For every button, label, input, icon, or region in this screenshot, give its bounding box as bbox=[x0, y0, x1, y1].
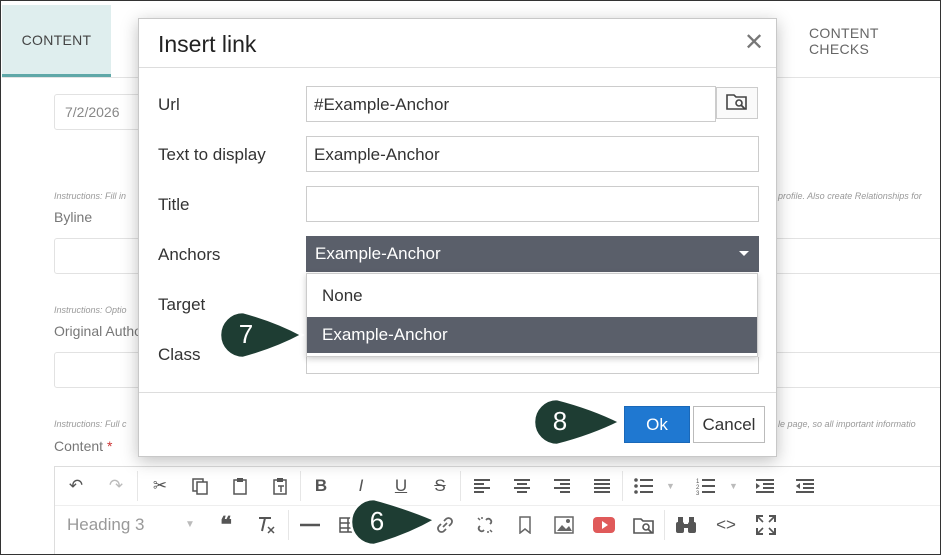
byline-instructions: Instructions: Fill in bbox=[54, 191, 127, 201]
title-label: Title bbox=[158, 195, 190, 214]
horizontal-rule-icon[interactable] bbox=[297, 512, 323, 538]
anchor-option-none[interactable]: None bbox=[307, 278, 757, 314]
title-field[interactable] bbox=[306, 186, 759, 222]
target-label: Target bbox=[158, 295, 206, 314]
bold-icon[interactable]: B bbox=[308, 473, 334, 499]
class-label: Class bbox=[158, 345, 201, 364]
step-callout-6: 6 bbox=[349, 497, 438, 546]
original-author-label: Original Autho bbox=[54, 323, 142, 339]
text-to-display-field[interactable]: Example-Anchor bbox=[306, 136, 759, 172]
content-label: Content * bbox=[54, 438, 112, 454]
align-justify-icon[interactable] bbox=[589, 473, 615, 499]
fullscreen-icon[interactable] bbox=[753, 512, 779, 538]
step-number: 8 bbox=[552, 405, 568, 436]
anchors-selected-value: Example-Anchor bbox=[315, 244, 441, 263]
align-left-icon[interactable] bbox=[469, 473, 495, 499]
byline-instructions-tail: profile. Also create Relationships for bbox=[778, 191, 922, 201]
cms-editor-page: CONTENT CONTENT CHECKS 7/2/2026 Instruct… bbox=[0, 0, 941, 555]
step-callout-7: 7 bbox=[218, 310, 305, 359]
numbered-list-icon[interactable]: 123 bbox=[693, 473, 719, 499]
numbered-list-caret-icon[interactable]: ▼ bbox=[729, 481, 738, 491]
anchor-option-example-anchor[interactable]: Example-Anchor bbox=[307, 317, 757, 353]
url-label: Url bbox=[158, 95, 180, 114]
toolbar-row-2: Heading 3 ▼ ❝ <> bbox=[55, 505, 940, 543]
toolbar-separator bbox=[288, 510, 289, 540]
text-to-display-label: Text to display bbox=[158, 145, 266, 164]
undo-icon[interactable]: ↶ bbox=[63, 473, 89, 499]
indent-icon[interactable] bbox=[752, 473, 778, 499]
paste-text-icon[interactable] bbox=[267, 473, 293, 499]
byline-label: Byline bbox=[54, 209, 93, 225]
step-number: 6 bbox=[369, 505, 385, 536]
bookmark-icon[interactable] bbox=[512, 512, 538, 538]
outdent-icon[interactable] bbox=[792, 473, 818, 499]
redo-icon[interactable]: ↷ bbox=[103, 473, 129, 499]
youtube-video-icon[interactable] bbox=[591, 512, 617, 538]
bullet-list-caret-icon[interactable]: ▼ bbox=[666, 481, 675, 491]
toolbar-separator bbox=[460, 471, 461, 501]
step-number: 7 bbox=[238, 318, 254, 349]
cut-icon[interactable]: ✂ bbox=[147, 473, 173, 499]
chevron-down-icon bbox=[739, 251, 749, 256]
class-field[interactable] bbox=[306, 357, 759, 374]
clear-formatting-icon[interactable] bbox=[253, 512, 279, 538]
browse-link-button[interactable] bbox=[716, 87, 758, 119]
toolbar-separator bbox=[300, 471, 301, 501]
bullet-list-icon[interactable] bbox=[631, 473, 657, 499]
content-label-text: Content bbox=[54, 438, 104, 454]
close-icon[interactable]: ✕ bbox=[742, 31, 766, 55]
image-icon[interactable] bbox=[551, 512, 577, 538]
tab-content[interactable]: CONTENT bbox=[2, 5, 111, 77]
content-instructions-tail: le page, so all important informatio bbox=[778, 419, 916, 429]
toolbar-separator bbox=[664, 510, 665, 540]
anchors-select[interactable]: Example-Anchor bbox=[306, 236, 759, 272]
toolbar-separator bbox=[622, 471, 623, 501]
rich-text-editor: ↶ ↷ ✂ B I U S ▼ 1 2 3 ▼ Heading 3 ▼ ❝ <> bbox=[54, 466, 940, 554]
anchors-dropdown-list: None Example-Anchor bbox=[306, 273, 758, 357]
dialog-header-divider bbox=[139, 67, 776, 68]
original-author-instructions: Instructions: Optio bbox=[54, 305, 127, 315]
copy-icon[interactable] bbox=[187, 473, 213, 499]
step-callout-8: 8 bbox=[532, 397, 623, 446]
toolbar-separator bbox=[137, 471, 138, 501]
align-right-icon[interactable] bbox=[549, 473, 575, 499]
svg-text:3: 3 bbox=[696, 491, 700, 495]
blockquote-icon[interactable]: ❝ bbox=[213, 512, 239, 538]
folder-search-icon bbox=[726, 92, 748, 115]
align-center-icon[interactable] bbox=[509, 473, 535, 499]
insert-link-dialog: Insert link ✕ Url #Example-Anchor Text t… bbox=[138, 18, 777, 457]
required-asterisk: * bbox=[106, 438, 113, 454]
unlink-icon[interactable] bbox=[472, 512, 498, 538]
dialog-footer-divider bbox=[139, 392, 776, 393]
find-replace-binoculars-icon[interactable] bbox=[673, 512, 699, 538]
source-code-icon[interactable]: <> bbox=[713, 512, 739, 538]
ok-button[interactable]: Ok bbox=[624, 406, 690, 443]
url-field[interactable]: #Example-Anchor bbox=[306, 86, 716, 122]
content-instructions: Instructions: Full c bbox=[54, 419, 127, 429]
browse-media-icon[interactable] bbox=[631, 512, 657, 538]
dialog-title: Insert link bbox=[158, 31, 257, 57]
tab-content-checks[interactable]: CONTENT CHECKS bbox=[801, 5, 940, 77]
date-field[interactable]: 7/2/2026 bbox=[54, 94, 144, 130]
anchors-label: Anchors bbox=[158, 245, 221, 264]
toolbar-row-1: ↶ ↷ ✂ B I U S ▼ 1 2 3 ▼ bbox=[55, 467, 940, 505]
cancel-button[interactable]: Cancel bbox=[693, 406, 765, 443]
paste-icon[interactable] bbox=[227, 473, 253, 499]
heading-format-select[interactable]: Heading 3 bbox=[67, 515, 145, 535]
heading-caret-icon[interactable]: ▼ bbox=[185, 519, 195, 530]
